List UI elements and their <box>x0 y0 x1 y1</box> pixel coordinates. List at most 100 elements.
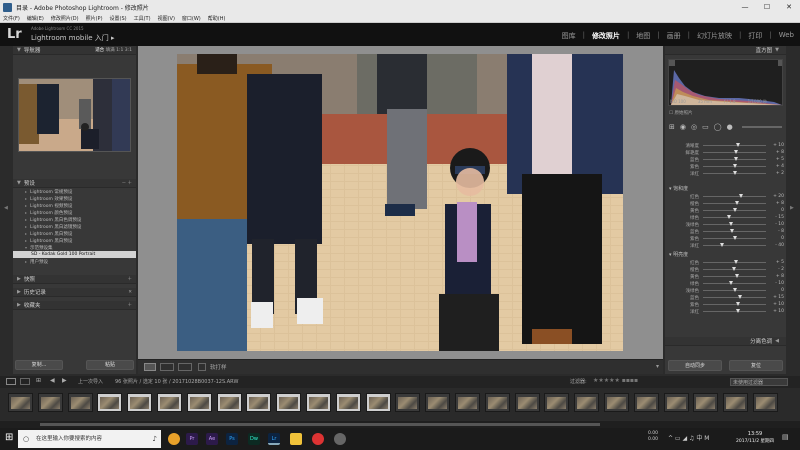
chrome-icon[interactable] <box>168 433 180 445</box>
luminance-header[interactable]: ▾ 明亮度 <box>669 251 688 258</box>
spot-removal-icon[interactable]: ◉ <box>680 123 686 131</box>
module-web[interactable]: Web <box>779 31 794 41</box>
filmstrip-scrollbar[interactable] <box>0 421 800 428</box>
before-after-icon[interactable] <box>160 363 174 371</box>
slider-knob[interactable] <box>734 260 739 264</box>
forward-arrow-icon[interactable]: ▶ <box>62 377 67 384</box>
slider-value[interactable]: + 2 <box>776 171 784 176</box>
slider-knob[interactable] <box>735 309 740 313</box>
radial-filter-icon[interactable]: ◯ <box>714 123 722 131</box>
slider-value[interactable]: + 4 <box>776 164 784 169</box>
before-after-split-icon[interactable] <box>178 363 192 371</box>
reset-button[interactable]: 复位 <box>729 360 783 371</box>
adjustment-slider[interactable]: 蓝色 + 5 <box>665 156 786 163</box>
module-book[interactable]: 画册 <box>667 31 681 41</box>
slider-value[interactable]: 0 <box>781 236 784 241</box>
adjustment-slider[interactable]: 洋红 + 2 <box>665 170 786 177</box>
filmstrip-thumbnail[interactable] <box>246 393 272 412</box>
preset-folder[interactable]: ▸ Lightroom 黑白色调预设 <box>13 216 136 223</box>
microphone-icon[interactable]: ♪ <box>153 430 157 448</box>
slider-knob[interactable] <box>737 295 742 299</box>
dreamweaver-icon[interactable]: Dw <box>248 433 260 445</box>
histogram-header[interactable]: 直方图 ▼ <box>665 46 786 55</box>
red-eye-icon[interactable]: ◎ <box>691 123 697 131</box>
menu-view[interactable]: 视图(V) <box>158 15 175 22</box>
slider-value[interactable]: + 10 <box>773 309 784 314</box>
slider-value[interactable]: 0 <box>781 288 784 293</box>
filmstrip-thumbnail[interactable] <box>306 393 331 412</box>
presets-header[interactable]: ▼ 预设 － ＋ <box>13 179 136 188</box>
menu-settings[interactable]: 设置(S) <box>110 15 127 22</box>
filmstrip-thumbnail[interactable] <box>753 393 778 412</box>
adjustment-slider[interactable]: 绿色 - 15 <box>665 214 786 221</box>
menu-edit[interactable]: 编辑(E) <box>27 15 44 22</box>
collections-header[interactable]: ▶ 收藏夹＋ <box>13 301 136 310</box>
loupe-view-icon[interactable] <box>144 363 156 371</box>
preset-folder[interactable]: ▸ Lightroom 黑白滤镜预设 <box>13 223 136 230</box>
filmstrip-thumbnail[interactable] <box>37 393 63 412</box>
slider-knob[interactable] <box>727 215 732 219</box>
adjustment-slider[interactable]: 黄色 0 <box>665 207 786 214</box>
filmstrip-thumbnail[interactable] <box>574 393 600 412</box>
filmstrip-thumbnail[interactable] <box>276 393 302 412</box>
adjustment-slider[interactable]: 浅绿色 0 <box>665 287 786 294</box>
filmstrip-thumbnail[interactable] <box>484 393 510 412</box>
file-explorer-icon[interactable] <box>290 433 302 445</box>
notification-icon[interactable]: ▤ <box>782 433 789 441</box>
slider-knob[interactable] <box>738 194 743 198</box>
slider-value[interactable]: - 8 <box>778 229 784 234</box>
slider-knob[interactable] <box>719 243 724 247</box>
filter-select[interactable]: 未使用过滤器 <box>730 378 788 386</box>
menu-develop[interactable]: 修改照片(D) <box>51 15 79 22</box>
filmstrip-thumbnail[interactable] <box>604 393 629 412</box>
preset-folder-open[interactable]: ▾ 示范预设集 <box>13 244 136 251</box>
adjustment-slider[interactable]: 蓝色 - 8 <box>665 228 786 235</box>
module-library[interactable]: 图库 <box>562 31 576 41</box>
adjustment-slider[interactable]: 红色 + 20 <box>665 193 786 200</box>
lightroom-mobile-link[interactable]: Lightroom mobile 入门 ▸ <box>31 33 115 43</box>
preset-folder[interactable]: ▸ Lightroom 视频预设 <box>13 202 136 209</box>
preset-folder[interactable]: ▸ Lightroom 颜色预设 <box>13 209 136 216</box>
adjustment-slider[interactable]: 橙色 - 2 <box>665 266 786 273</box>
slider-knob[interactable] <box>735 274 740 278</box>
filmstrip-thumbnail[interactable] <box>8 393 33 412</box>
filmstrip-thumbnail[interactable] <box>633 393 659 412</box>
source-label[interactable]: 上一次导入 <box>78 378 103 385</box>
filmstrip-thumbnail[interactable] <box>67 393 93 412</box>
slider-knob[interactable] <box>735 201 740 205</box>
preset-folder[interactable]: ▸ Lightroom 效果预设 <box>13 195 136 202</box>
filmstrip-thumbnail[interactable] <box>97 393 123 412</box>
slider-knob[interactable] <box>731 267 736 271</box>
adjustment-slider[interactable]: 红色 + 5 <box>665 259 786 266</box>
preset-folder[interactable]: ▸ Lightroom 黑白预设 <box>13 230 136 237</box>
module-slideshow[interactable]: 幻灯片放映 <box>697 31 732 41</box>
slider-knob[interactable] <box>729 222 734 226</box>
adjustment-slider[interactable]: 橙色 + 8 <box>665 200 786 207</box>
main-photo[interactable] <box>177 54 623 351</box>
slider-value[interactable]: - 40 <box>775 243 784 248</box>
filmstrip-thumbnail[interactable] <box>663 393 689 412</box>
adjustment-slider[interactable]: 鲜艳度 + 8 <box>665 149 786 156</box>
adjustment-slider[interactable]: 绿色 - 10 <box>665 280 786 287</box>
filmstrip-thumbnail[interactable] <box>216 393 242 412</box>
graduated-filter-icon[interactable]: ▭ <box>702 123 709 131</box>
filmstrip-thumbnail[interactable] <box>544 393 570 412</box>
add-preset-icon[interactable]: － ＋ <box>122 180 132 186</box>
softproof-checkbox[interactable] <box>198 363 206 371</box>
slider-knob[interactable] <box>735 302 740 306</box>
adjustment-slider[interactable]: 洋红 + 10 <box>665 308 786 315</box>
navigator-preview[interactable] <box>18 78 131 152</box>
menu-tools[interactable]: 工具(T) <box>134 15 151 22</box>
slider-knob[interactable] <box>733 164 738 168</box>
slider-knob[interactable] <box>733 157 738 161</box>
slider-value[interactable]: + 10 <box>773 302 784 307</box>
photoshop-icon[interactable]: Ps <box>226 433 238 445</box>
filmstrip[interactable] <box>0 388 800 420</box>
navigator-header[interactable]: ▼ 导航器 适合 填满 1:1 3:1 <box>13 46 136 55</box>
slider-value[interactable]: + 10 <box>773 143 784 148</box>
toolbar-menu-icon[interactable]: ▾ <box>656 363 659 370</box>
filmstrip-thumbnail[interactable] <box>127 393 153 412</box>
filmstrip-thumbnail[interactable] <box>693 393 719 412</box>
filmstrip-thumbnail[interactable] <box>395 393 421 412</box>
slider-knob[interactable] <box>729 281 734 285</box>
